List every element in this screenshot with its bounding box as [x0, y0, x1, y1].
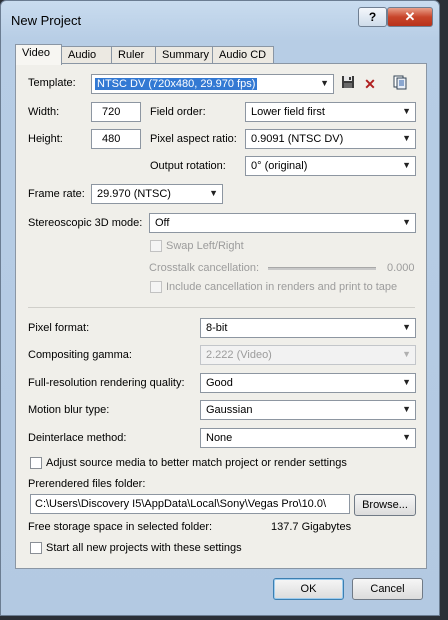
frame-rate-value: 29.970 (NTSC) [97, 188, 171, 200]
chevron-down-icon: ▼ [402, 349, 411, 359]
delete-icon[interactable]: ✕ [360, 74, 380, 94]
prerendered-folder-label: Prerendered files folder: [28, 478, 146, 490]
output-rotation-label: Output rotation: [150, 160, 226, 172]
template-info-icon[interactable] [390, 74, 410, 94]
stereoscopic-label: Stereoscopic 3D mode: [28, 217, 143, 229]
frame-rate-label: Frame rate: [28, 188, 85, 200]
crosstalk-label: Crosstalk cancellation: [149, 262, 260, 274]
compositing-gamma-label: Compositing gamma: [28, 349, 132, 361]
save-icon[interactable] [338, 74, 358, 94]
start-all-projects-checkbox[interactable] [30, 542, 42, 554]
tab-ruler[interactable]: Ruler [111, 46, 156, 64]
crosstalk-slider[interactable] [268, 267, 376, 270]
chevron-down-icon: ▼ [402, 404, 411, 414]
free-storage-value: 137.7 Gigabytes [271, 521, 352, 533]
tab-audio[interactable]: Audio [61, 46, 112, 64]
chevron-down-icon: ▼ [402, 432, 411, 442]
chevron-down-icon: ▼ [402, 377, 411, 387]
compositing-gamma-select[interactable]: 2.222 (Video) ▼ [200, 345, 416, 365]
width-input[interactable]: 720 [91, 102, 141, 122]
chevron-down-icon: ▼ [402, 133, 411, 143]
adjust-source-media-checkbox[interactable] [30, 457, 42, 469]
cancel-button[interactable]: Cancel [352, 578, 423, 600]
stereoscopic-value: Off [155, 217, 170, 229]
fullres-quality-value: Good [206, 377, 233, 389]
motion-blur-select[interactable]: Gaussian ▼ [200, 400, 416, 420]
field-order-label: Field order: [150, 106, 206, 118]
video-tab-panel: Template: NTSC DV (720x480, 29.970 fps) … [15, 63, 427, 569]
ok-button[interactable]: OK [273, 578, 344, 600]
field-order-select[interactable]: Lower field first ▼ [245, 102, 416, 122]
deinterlace-label: Deinterlace method: [28, 432, 127, 444]
tab-audio-cd[interactable]: Audio CD [212, 46, 274, 64]
tab-video[interactable]: Video [15, 44, 62, 65]
include-cancellation-checkbox[interactable] [150, 281, 162, 293]
chevron-down-icon: ▼ [402, 322, 411, 332]
deinterlace-select[interactable]: None ▼ [200, 428, 416, 448]
deinterlace-value: None [206, 432, 233, 444]
free-storage-label: Free storage space in selected folder: [28, 521, 213, 533]
chevron-down-icon: ▼ [320, 78, 329, 88]
tab-summary[interactable]: Summary [155, 46, 213, 64]
pixel-format-value: 8-bit [206, 322, 228, 334]
template-value: NTSC DV (720x480, 29.970 fps) [95, 78, 258, 90]
height-input[interactable]: 480 [91, 129, 141, 149]
pixel-aspect-ratio-value: 0.9091 (NTSC DV) [251, 133, 344, 145]
help-button[interactable]: ? [358, 7, 387, 27]
template-label: Template: [28, 77, 76, 89]
close-button[interactable]: ✕ [387, 7, 433, 27]
start-all-projects-label: Start all new projects with these settin… [46, 542, 242, 554]
field-order-value: Lower field first [251, 106, 325, 118]
adjust-source-media-label: Adjust source media to better match proj… [46, 457, 347, 469]
stereoscopic-select[interactable]: Off ▼ [149, 213, 416, 233]
fullres-quality-label: Full-resolution rendering quality: [28, 377, 185, 389]
prerendered-folder-input[interactable]: C:\Users\Discovery I5\AppData\Local\Sony… [30, 494, 350, 514]
chevron-down-icon: ▼ [402, 217, 411, 227]
dialog-title: New Project [11, 13, 82, 28]
frame-rate-select[interactable]: 29.970 (NTSC) ▼ [91, 184, 223, 204]
pixel-aspect-ratio-select[interactable]: 0.9091 (NTSC DV) ▼ [245, 129, 416, 149]
pixel-format-select[interactable]: 8-bit ▼ [200, 318, 416, 338]
browse-button[interactable]: Browse... [354, 494, 416, 516]
swap-left-right-label: Swap Left/Right [166, 240, 244, 252]
divider [28, 307, 415, 308]
chevron-down-icon: ▼ [209, 188, 218, 198]
template-combo[interactable]: NTSC DV (720x480, 29.970 fps) ▼ [91, 74, 334, 94]
motion-blur-value: Gaussian [206, 404, 253, 416]
crosstalk-value: 0.000 [387, 262, 415, 274]
title-bar: New Project ? ✕ [1, 1, 439, 35]
motion-blur-label: Motion blur type: [28, 404, 110, 416]
new-project-dialog: New Project ? ✕ Video Audio Ruler Summar… [0, 0, 440, 616]
chevron-down-icon: ▼ [402, 106, 411, 116]
pixel-format-label: Pixel format: [28, 322, 90, 334]
fullres-quality-select[interactable]: Good ▼ [200, 373, 416, 393]
height-label: Height: [28, 133, 63, 145]
width-label: Width: [28, 106, 60, 118]
swap-left-right-checkbox[interactable] [150, 240, 162, 252]
pixel-aspect-ratio-label: Pixel aspect ratio: [150, 133, 237, 145]
chevron-down-icon: ▼ [402, 160, 411, 170]
compositing-gamma-value: 2.222 (Video) [206, 349, 272, 361]
include-cancellation-label: Include cancellation in renders and prin… [166, 281, 398, 293]
output-rotation-value: 0° (original) [251, 160, 308, 172]
output-rotation-select[interactable]: 0° (original) ▼ [245, 156, 416, 176]
